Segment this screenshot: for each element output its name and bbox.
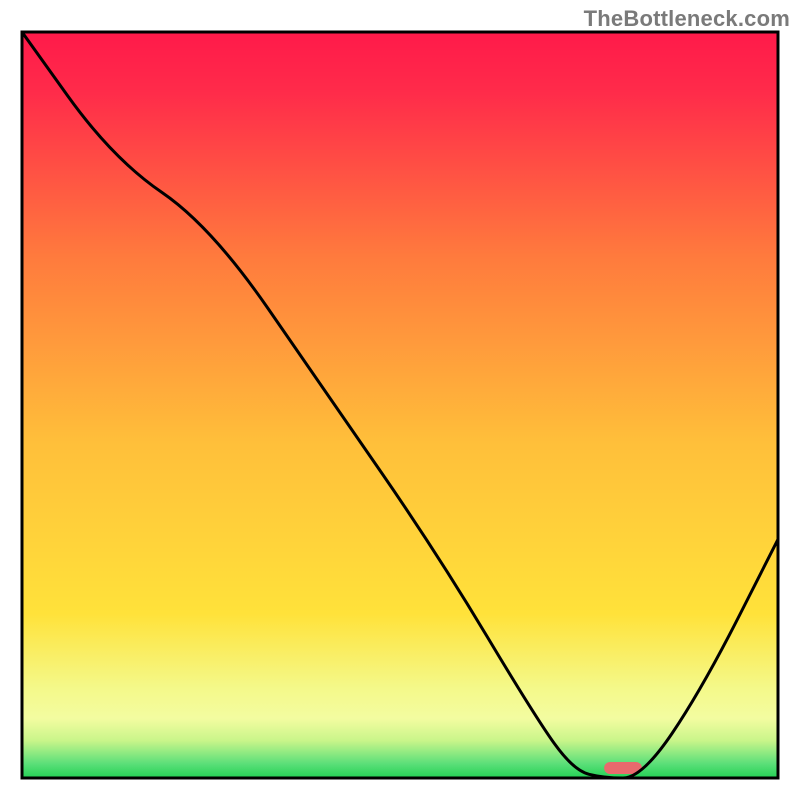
watermark-text: TheBottleneck.com [584, 6, 790, 32]
chart-svg [0, 0, 800, 800]
bottleneck-chart: TheBottleneck.com [0, 0, 800, 800]
gradient-background [22, 32, 778, 778]
